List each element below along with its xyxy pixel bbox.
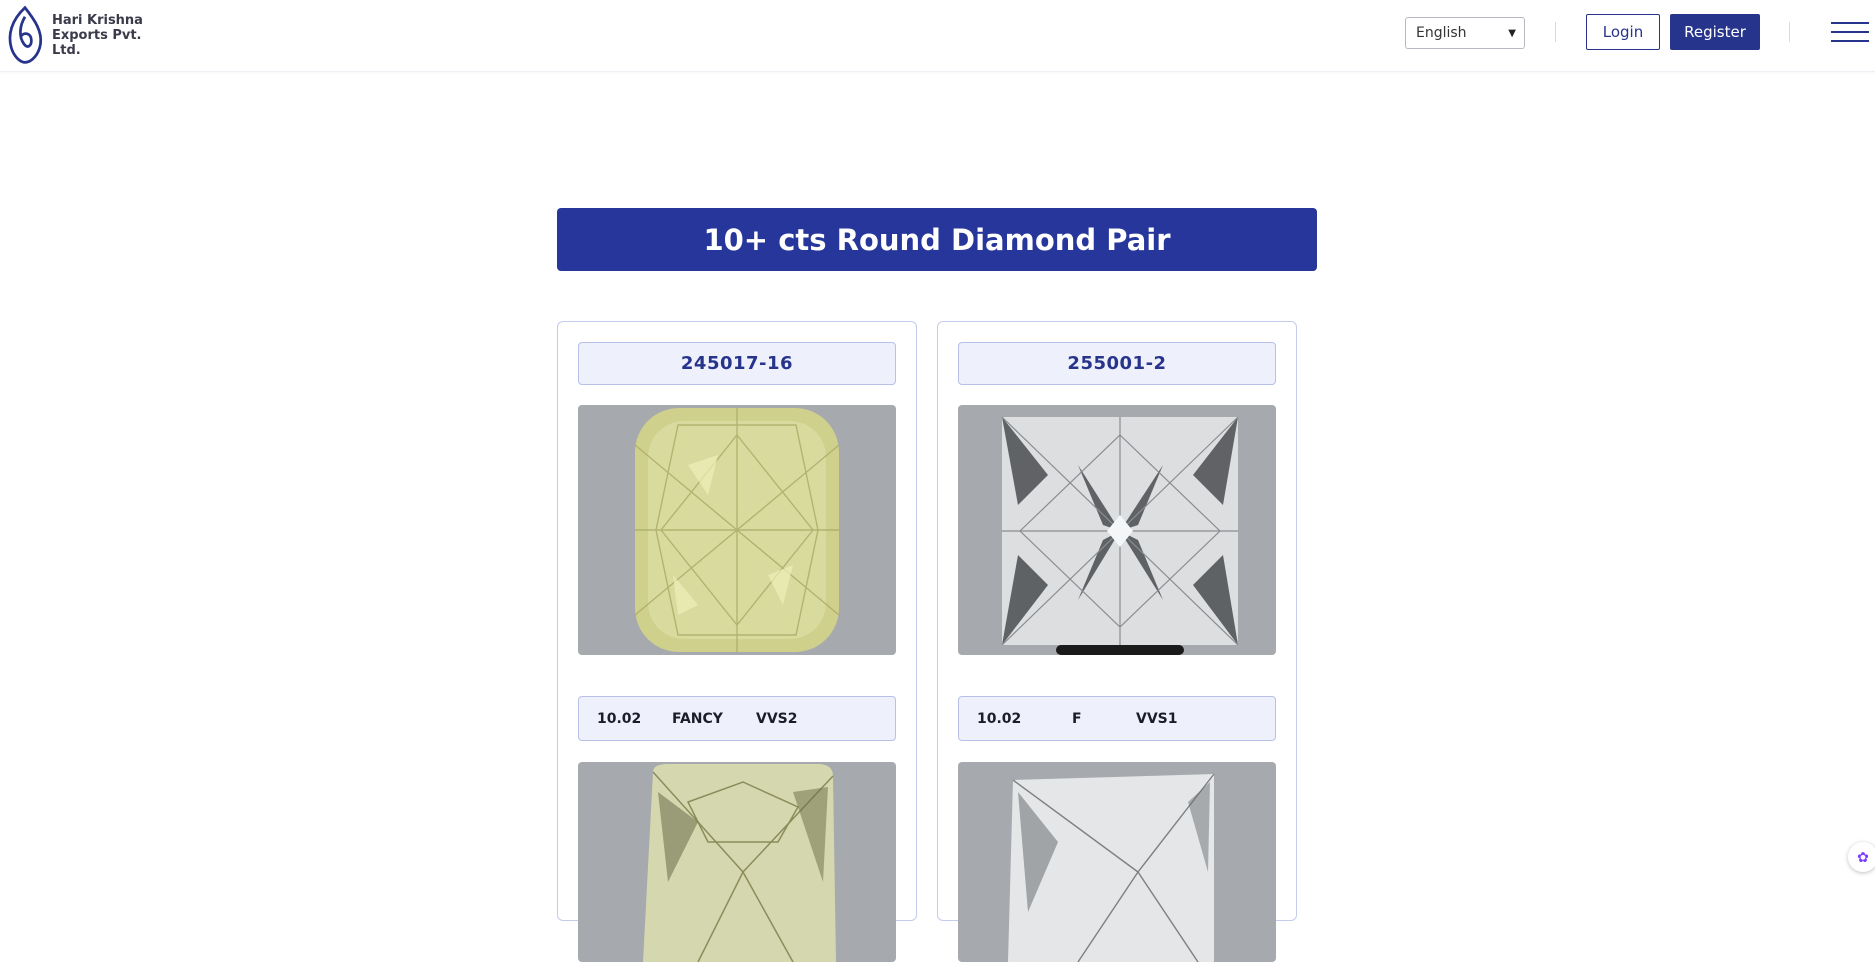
cushion-diamond-side-icon (643, 764, 836, 962)
diamond-card[interactable]: 245017-16 10.02 FANCY VVS2 (557, 321, 917, 962)
language-selected: English (1416, 25, 1467, 41)
company-logo[interactable]: Hari Krishna Exports Pvt. Ltd. (4, 0, 164, 70)
stone-specs: 10.02 F VVS1 (958, 696, 1276, 741)
stone-id[interactable]: 255001-2 (958, 342, 1276, 385)
stone-specs: 10.02 FANCY VVS2 (578, 696, 896, 741)
logo-text: Hari Krishna Exports Pvt. Ltd. (52, 13, 164, 58)
site-header: Hari Krishna Exports Pvt. Ltd. English ▼… (0, 0, 1875, 72)
register-button[interactable]: Register (1670, 14, 1760, 50)
login-button[interactable]: Login (1586, 14, 1660, 50)
stone-id[interactable]: 245017-16 (578, 342, 896, 385)
diamond-card[interactable]: 255001-2 10.02 F VVS1 (937, 321, 1297, 962)
logo-mark-icon (8, 5, 43, 64)
princess-diamond-side-icon (1008, 773, 1215, 962)
chevron-down-icon: ▼ (1508, 27, 1516, 39)
language-select[interactable]: English ▼ (1405, 17, 1525, 49)
diamond-image[interactable] (578, 405, 896, 655)
clarity-value: VVS2 (756, 710, 798, 727)
cushion-diamond-icon (634, 408, 840, 652)
hamburger-menu-icon[interactable] (1831, 22, 1869, 42)
carat-value: 10.02 (597, 710, 642, 727)
diamond-image-secondary[interactable] (958, 762, 1276, 962)
logo-line2: Exports Pvt. Ltd. (51, 27, 142, 58)
diamond-image-secondary[interactable] (578, 762, 896, 962)
divider (1555, 22, 1556, 42)
diamond-image[interactable] (958, 405, 1276, 655)
page-title: 10+ cts Round Diamond Pair (557, 208, 1317, 271)
carat-value: 10.02 (977, 710, 1022, 727)
logo-line1: Hari Krishna (51, 12, 143, 28)
chat-widget-icon[interactable]: ✿ (1848, 842, 1875, 872)
color-value: F (1072, 710, 1082, 727)
divider (1789, 22, 1790, 42)
princess-diamond-icon (1001, 416, 1239, 655)
color-value: FANCY (672, 710, 723, 727)
clarity-value: VVS1 (1136, 710, 1178, 727)
